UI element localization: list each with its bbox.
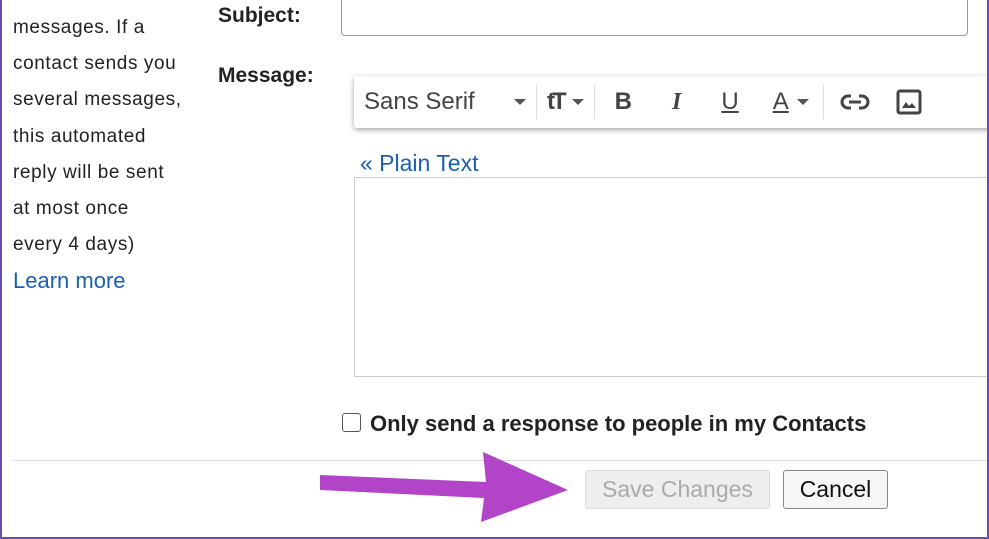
link-button[interactable] — [824, 76, 886, 128]
desc-line: reply will be sent — [13, 161, 165, 183]
font-name: Sans Serif — [364, 88, 475, 115]
sidebar-description: messages. If a contact sends you several… — [13, 10, 203, 302]
link-icon — [840, 94, 870, 110]
chevron-down-icon — [571, 99, 584, 105]
contacts-only-label[interactable]: Only send a response to people in my Con… — [370, 411, 866, 437]
image-icon — [896, 89, 922, 115]
message-body-editor[interactable] — [354, 177, 989, 377]
bold-button[interactable]: B — [595, 76, 652, 128]
italic-button[interactable]: I — [652, 76, 701, 128]
underline-button[interactable]: U — [701, 76, 758, 128]
desc-line: every 4 days) — [13, 234, 135, 256]
desc-line: several messages, — [13, 89, 182, 111]
contacts-only-checkbox[interactable] — [342, 413, 361, 432]
font-select[interactable]: Sans Serif — [354, 76, 536, 128]
annotation-arrow-icon — [320, 452, 568, 522]
message-label: Message: — [218, 64, 314, 87]
italic-icon: I — [672, 88, 682, 115]
underline-icon: U — [721, 88, 739, 115]
bold-icon: B — [614, 88, 632, 115]
save-changes-button[interactable]: Save Changes — [585, 470, 770, 509]
chevron-down-icon — [514, 99, 526, 105]
text-size-icon: tT — [547, 88, 567, 115]
subject-label: Subject: — [218, 4, 301, 27]
desc-line: at most once — [13, 198, 129, 220]
chevron-down-icon — [796, 99, 809, 105]
plain-text-link[interactable]: « Plain Text — [360, 150, 478, 177]
learn-more-link[interactable]: Learn more — [13, 268, 126, 293]
insert-image-button[interactable] — [886, 76, 932, 128]
text-color-button[interactable]: A — [759, 76, 823, 128]
font-size-button[interactable]: tT — [537, 76, 594, 128]
desc-line: messages. If a — [13, 17, 145, 38]
desc-line: contact sends you — [13, 53, 177, 75]
subject-input[interactable] — [341, 0, 968, 36]
formatting-toolbar: Sans Serif tT B I U A — [354, 76, 989, 128]
desc-line: this automated — [13, 125, 147, 147]
text-color-icon: A — [772, 88, 789, 115]
cancel-button[interactable]: Cancel — [783, 470, 888, 509]
